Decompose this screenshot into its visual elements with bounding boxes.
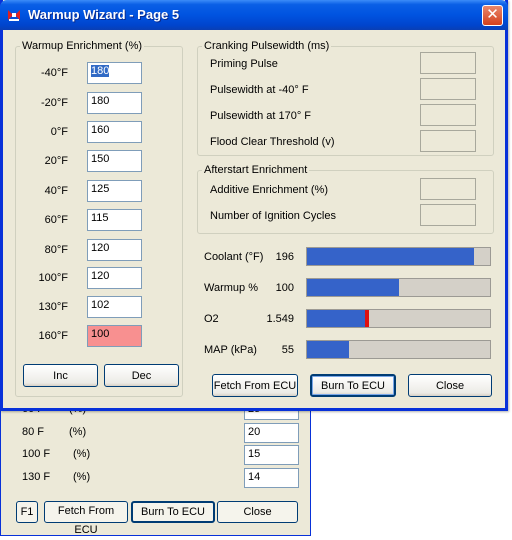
gauge-label: O2 — [204, 313, 219, 325]
warmup-value-text: 100 — [91, 328, 110, 340]
warmup-value-field[interactable]: 120 — [87, 267, 142, 289]
bg-row-value-field[interactable]: 20 — [244, 423, 299, 443]
priming-pulse-field — [420, 52, 476, 74]
bg-row-temp: 130 F — [22, 471, 51, 483]
gauge-fill — [307, 279, 399, 296]
pulsewidth-170-label: Pulsewidth at 170° F — [210, 110, 312, 122]
ignition-cycles-label: Number of Ignition Cycles — [210, 210, 336, 222]
gauge-bar — [306, 247, 491, 266]
gauge-fill — [307, 341, 350, 358]
pulsewidth-minus40-label: Pulsewidth at -40° F — [210, 84, 309, 96]
bg-row: 80 F (%) 20 — [1, 423, 312, 443]
warmup-temp-label: -20°F — [40, 97, 68, 109]
bg-row: 130 F (%) 14 — [1, 468, 312, 488]
fetch-from-ecu-button[interactable]: Fetch From ECU — [212, 374, 298, 397]
gauge-value: 100 — [275, 282, 294, 294]
warmup-value-text: 102 — [91, 299, 110, 311]
burn-to-ecu-button[interactable]: Burn To ECU — [310, 374, 396, 397]
warmup-temp-label: 160°F — [38, 330, 68, 342]
warmup-value-field[interactable]: 160 — [87, 121, 142, 143]
gauge-fill — [307, 310, 366, 327]
warmup-temp-label: -40°F — [40, 67, 68, 79]
additive-enrichment-label: Additive Enrichment (%) — [210, 184, 328, 196]
flood-clear-field — [420, 130, 476, 152]
flood-clear-label: Flood Clear Threshold (v) — [210, 136, 335, 148]
title-bar[interactable]: Warmup Wizard - Page 5 ✕ — [0, 0, 508, 30]
pulsewidth-minus40-field — [420, 78, 476, 100]
warmup-temp-label: 0°F — [50, 126, 68, 138]
window-title: Warmup Wizard - Page 5 — [28, 7, 180, 22]
warmup-enrichment-legend: Warmup Enrichment (%) — [22, 40, 143, 52]
warmup-value-text: 125 — [91, 183, 110, 195]
warmup-value-field[interactable]: 180 — [87, 92, 142, 114]
bg-row-pct: (%) — [73, 471, 91, 483]
warmup-value-field[interactable]: 150 — [87, 150, 142, 172]
warmup-temp-label: 60°F — [44, 214, 68, 226]
warmup-value-field[interactable]: 115 — [87, 209, 142, 231]
gauge-value: 1.549 — [266, 313, 294, 325]
afterstart-legend: Afterstart Enrichment — [204, 164, 308, 176]
warmup-value-field[interactable]: 102 — [87, 296, 142, 318]
warmup-value-text: 120 — [91, 242, 110, 254]
warmup-temp-label: 130°F — [38, 301, 68, 313]
bg-row-temp: 80 F — [22, 426, 45, 438]
warmup-value-text: 120 — [91, 270, 110, 282]
warmup-temp-label: 40°F — [44, 185, 68, 197]
gauge-label: MAP (kPa) — [204, 344, 257, 356]
gauge-bar — [306, 340, 491, 359]
ignition-cycles-field — [420, 204, 476, 226]
warmup-value-text: 160 — [91, 124, 110, 136]
warmup-temp-label: 80°F — [44, 244, 68, 256]
warmup-temp-label: 20°F — [44, 155, 68, 167]
o2-marker — [365, 310, 370, 327]
app-icon — [8, 10, 20, 21]
warmup-value-text: 115 — [91, 212, 109, 224]
gauge-value: 55 — [281, 344, 294, 356]
warmup-value-field[interactable]: 100 — [87, 325, 142, 347]
gauge-bar — [306, 278, 491, 297]
dec-button[interactable]: Dec — [104, 364, 179, 387]
gauge-fill — [307, 248, 474, 265]
bg-row-value-field[interactable]: 14 — [244, 468, 299, 488]
cranking-legend: Cranking Pulsewidth (ms) — [204, 40, 330, 52]
warmup-value-text: 150 — [91, 153, 110, 165]
warmup-value-text: 180 — [91, 65, 110, 77]
bg-row-value-field[interactable]: 15 — [244, 445, 299, 465]
warmup-value-field[interactable]: 125 — [87, 180, 142, 202]
gauge-value: 196 — [275, 251, 294, 263]
warmup-temp-label: 100°F — [38, 272, 68, 284]
warmup-value-field[interactable]: 120 — [87, 239, 142, 261]
bg-row: 100 F (%) 15 — [1, 445, 312, 465]
inc-button[interactable]: Inc — [23, 364, 98, 387]
close-icon[interactable]: ✕ — [482, 5, 503, 26]
bg-f1-button[interactable]: F1 — [16, 501, 38, 523]
bg-fetch-button[interactable]: Fetch From ECU — [44, 501, 128, 536]
priming-pulse-label: Priming Pulse — [210, 58, 278, 70]
additive-enrichment-field — [420, 178, 476, 200]
bg-row-temp: 100 F — [22, 448, 51, 460]
bg-row-pct: (%) — [73, 448, 91, 460]
gauge-bar — [306, 309, 491, 328]
bg-burn-button[interactable]: Burn To ECU — [131, 501, 215, 523]
warmup-value-field[interactable]: 180 — [87, 62, 142, 84]
gauge-label: Warmup % — [204, 282, 258, 294]
warmup-value-text: 180 — [91, 95, 110, 107]
pulsewidth-170-field — [420, 104, 476, 126]
bg-close-button[interactable]: Close — [217, 501, 298, 523]
close-button[interactable]: Close — [408, 374, 492, 397]
bg-row-pct: (%) — [69, 426, 87, 438]
